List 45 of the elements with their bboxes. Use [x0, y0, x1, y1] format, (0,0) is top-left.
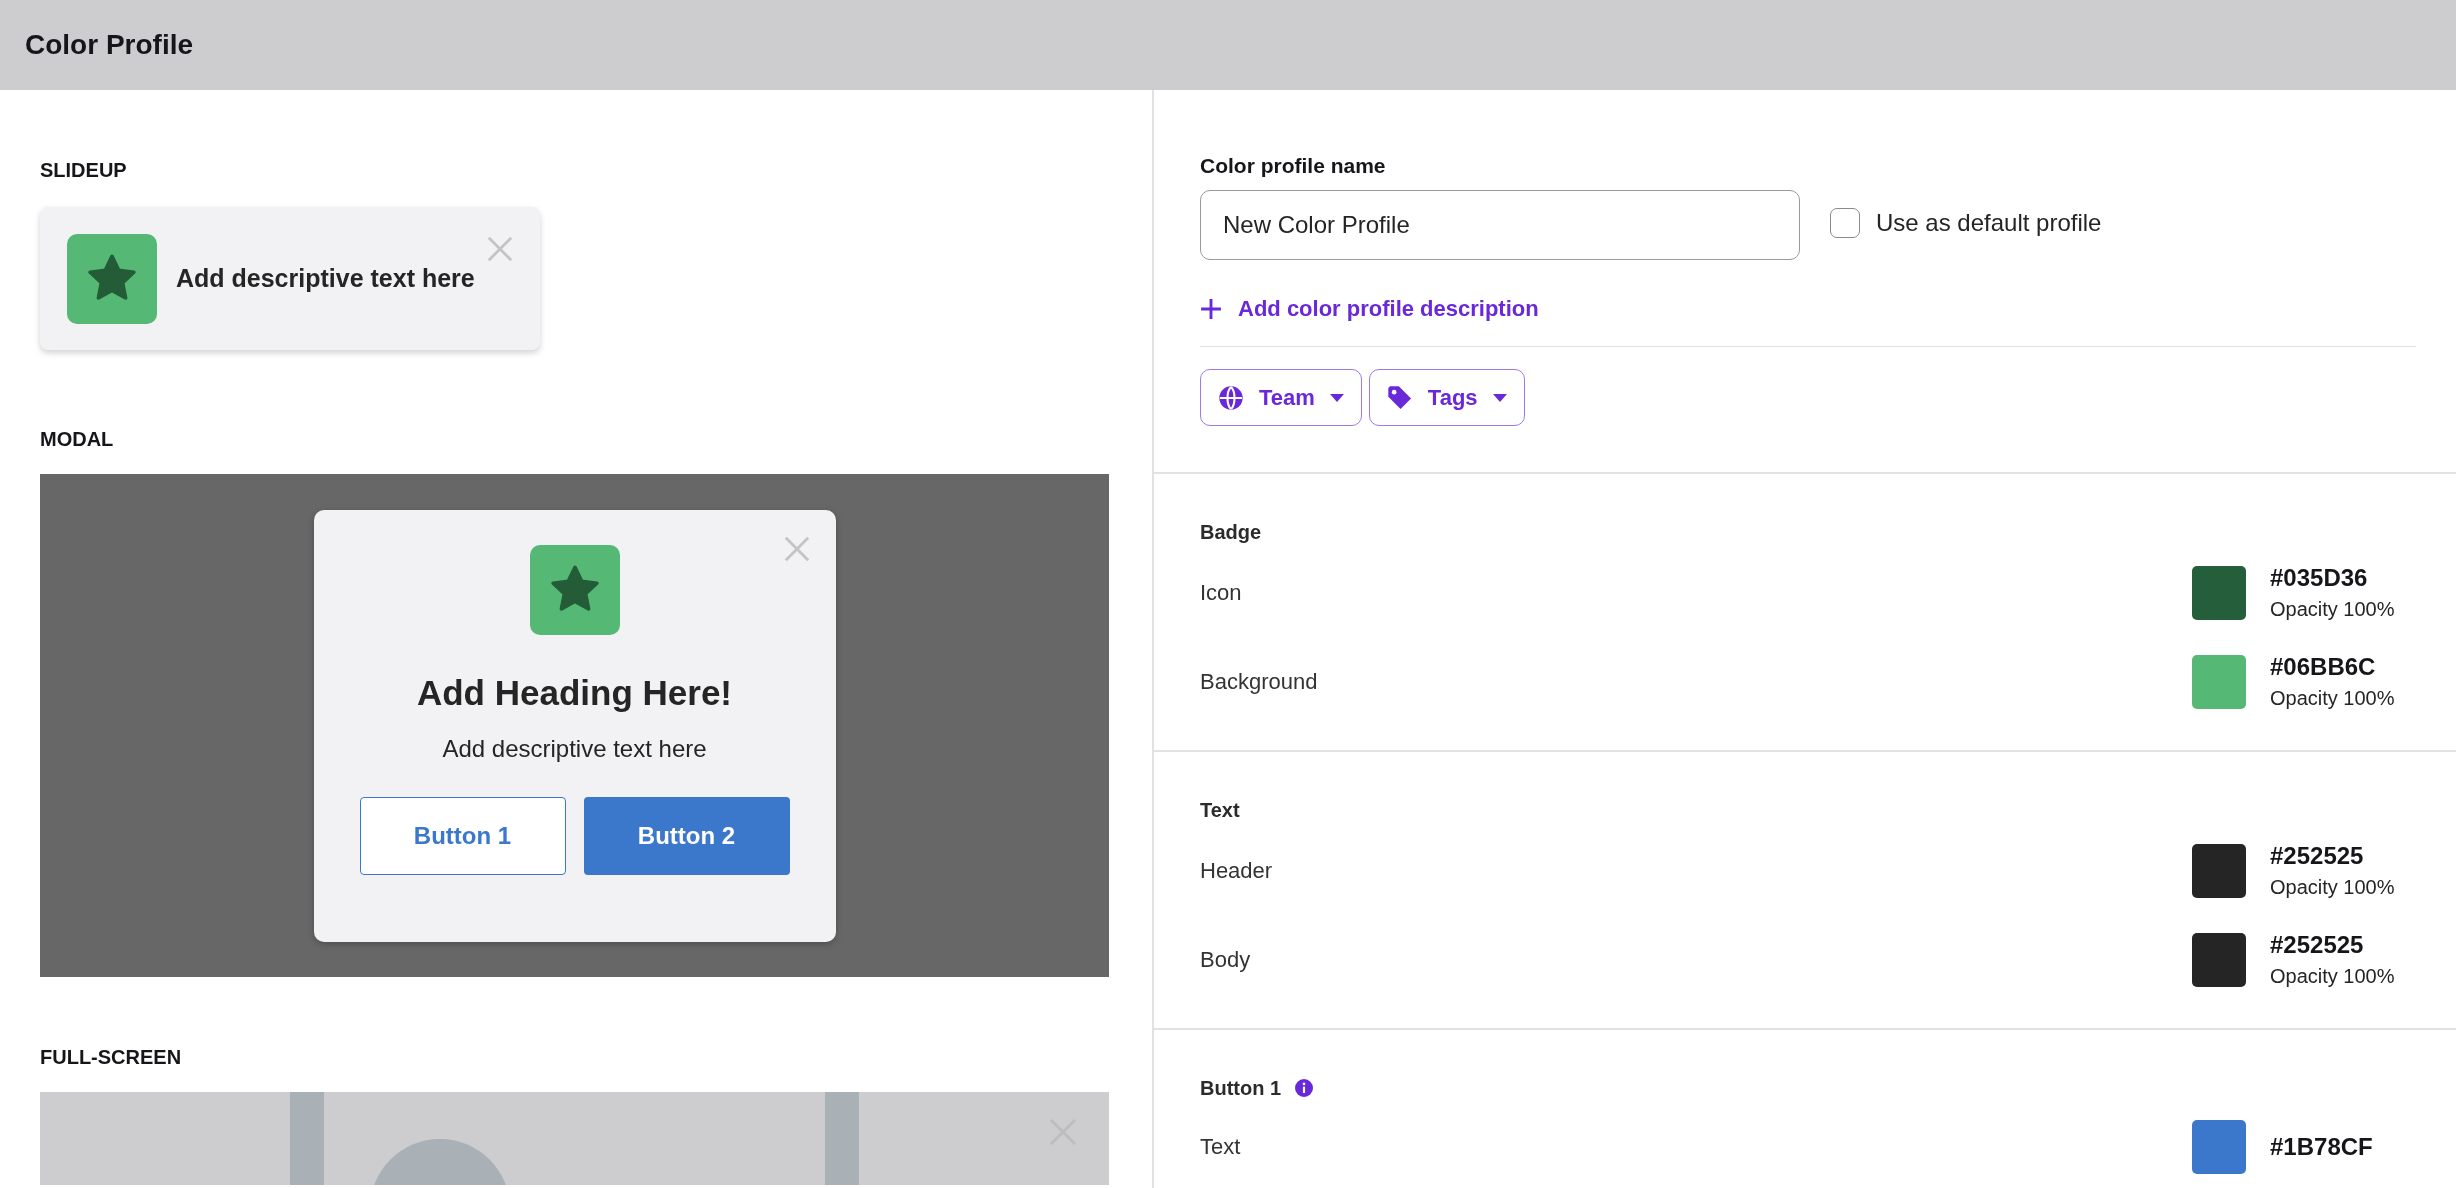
color-swatch[interactable]: [2192, 654, 2246, 709]
filter-dropdown[interactable]: Tags: [1368, 369, 1525, 426]
add-description-link[interactable]: Add color profile description: [1200, 296, 1539, 322]
slideup-text: Add descriptive text here: [176, 264, 475, 293]
preview-button[interactable]: Button 2: [583, 797, 790, 875]
opacity-value: Opacity 100%: [2270, 965, 2396, 988]
caret-down-icon: [1491, 392, 1508, 403]
color-swatch[interactable]: [2192, 1120, 2246, 1174]
name-input-field[interactable]: New Color Profile: [1200, 190, 1800, 260]
group-title: Badge: [1200, 520, 1262, 544]
hex-value: #06BB6C: [2270, 653, 2377, 681]
hex-value: #035D36: [2270, 564, 2369, 592]
section-label: MODAL: [40, 429, 115, 449]
tag-icon: [1385, 383, 1414, 412]
group-title: Text: [1200, 798, 1240, 822]
color-swatch[interactable]: [2192, 843, 2246, 898]
modal-text: Add descriptive text here: [442, 735, 707, 763]
hex-value: #252525: [2270, 842, 2365, 870]
close-icon: [486, 235, 514, 263]
color-label: Icon: [1200, 579, 1243, 606]
page-title: Color Profile: [25, 29, 193, 61]
close-icon: [782, 535, 811, 563]
globe-icon: [1217, 383, 1245, 412]
checkbox-label: Use as default profile: [1876, 209, 2102, 237]
opacity-value: Opacity 100%: [2270, 598, 2396, 621]
color-label: Header: [1200, 857, 1274, 884]
field-label: Color profile name: [1200, 154, 1387, 178]
group-title: Button 1: [1200, 1076, 1282, 1100]
color-label: Background: [1200, 668, 1319, 695]
opacity-value: Opacity 100%: [2270, 876, 2396, 899]
color-swatch[interactable]: [2192, 565, 2246, 620]
hex-value: #1B78CF: [2270, 1133, 2374, 1161]
caret-down-icon: [1328, 392, 1345, 403]
plus-icon: [1200, 298, 1222, 320]
color-label: Text: [1200, 1134, 1242, 1160]
filter-dropdown[interactable]: Team: [1200, 369, 1362, 426]
color-label: Body: [1200, 946, 1252, 973]
section-label: SLIDEUP: [40, 160, 128, 180]
checkbox[interactable]: [1830, 208, 1860, 238]
color-swatch[interactable]: [2192, 932, 2246, 987]
preview-button[interactable]: Button 1: [359, 797, 566, 875]
hex-value: #252525: [2270, 931, 2365, 959]
modal-heading: Add Heading Here!: [416, 673, 732, 713]
opacity-value: Opacity 100%: [2270, 687, 2396, 710]
section-label: FULL-SCREEN: [40, 1047, 183, 1067]
